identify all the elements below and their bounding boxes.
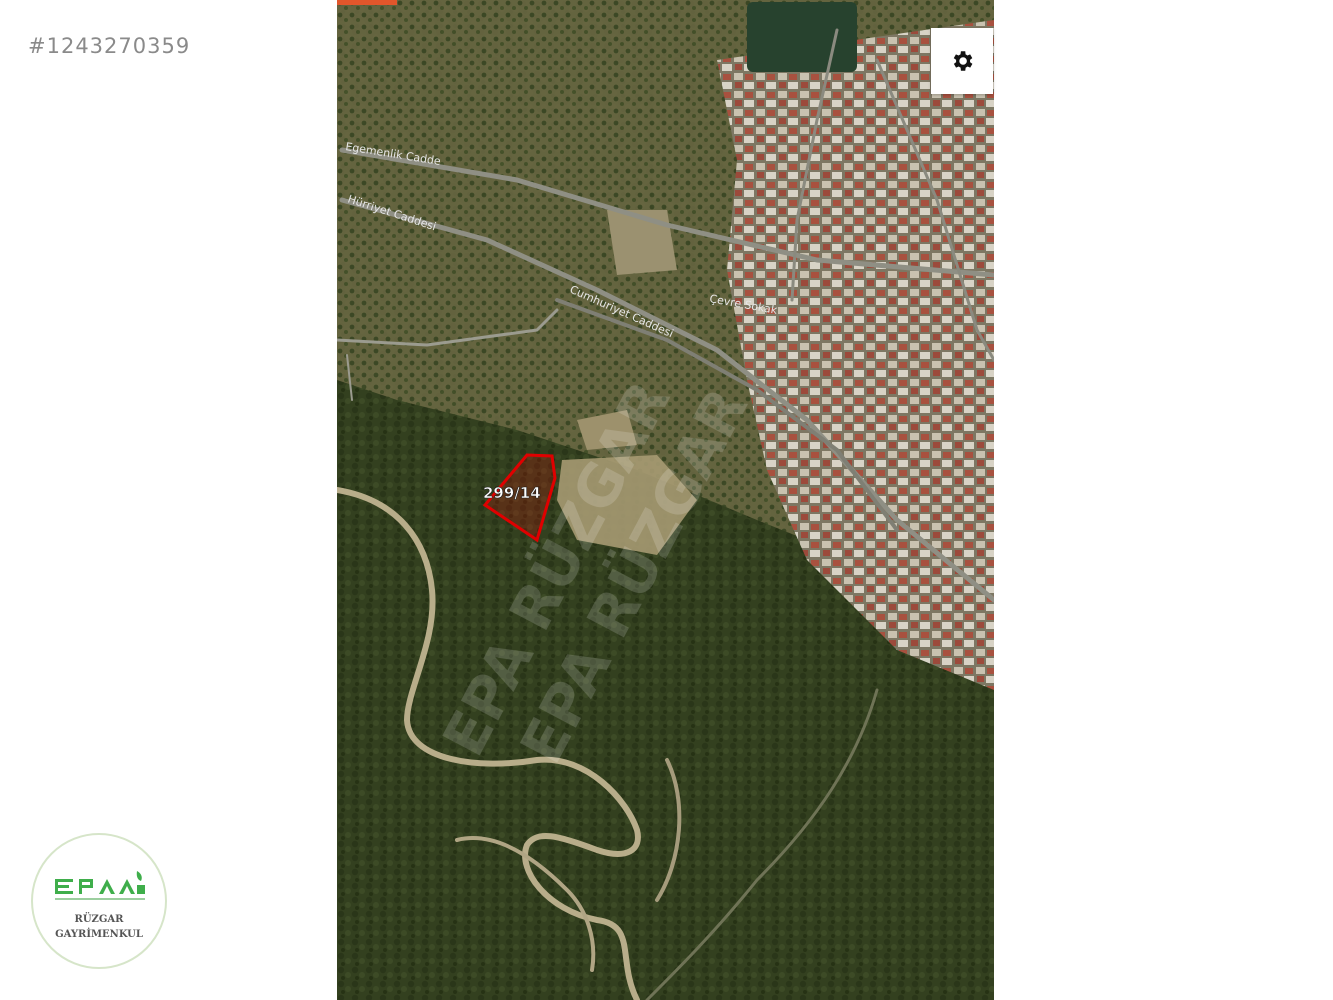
parcel-label: 299/14 (483, 484, 541, 502)
settings-button[interactable] (931, 28, 993, 94)
satellite-map[interactable]: Egemenlik Cadde Hürriyet Caddesi Cumhuri… (337, 0, 994, 1000)
listing-id: #1243270359 (28, 34, 191, 58)
brand-logo: RÜZGAR GAYRİMENKUL (31, 833, 167, 969)
pond (747, 2, 857, 72)
brand-line-2: GAYRİMENKUL (55, 927, 143, 940)
top-accent-strip (337, 0, 397, 5)
gear-icon (953, 51, 973, 71)
brand-line-1: RÜZGAR (75, 912, 125, 925)
